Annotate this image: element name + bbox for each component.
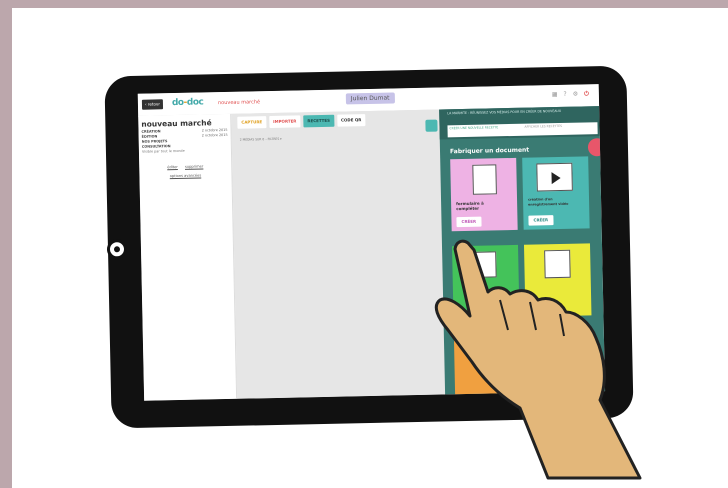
gear-icon[interactable]: ⚙ xyxy=(573,90,585,97)
recipes-header: LA MARMITE : RÉUNISSEZ VOS MÉDIAS POUR E… xyxy=(439,106,600,140)
import-button[interactable]: IMPORTER xyxy=(269,115,301,129)
header-icons: ▦?⚙⏻ xyxy=(552,90,595,99)
map-pin-icon xyxy=(544,249,571,279)
project-info-panel: nouveau marché CRÉATION 2 octobre 2015 ÉD… xyxy=(138,113,238,401)
help-icon[interactable]: ? xyxy=(563,91,572,98)
recipes-panel: LA MARMITE : RÉUNISSEZ VOS MÉDIAS POUR E… xyxy=(425,106,606,401)
media-area: CAPTURE IMPORTER RECETTES CODE QR 2 MÉDI… xyxy=(231,109,446,399)
recipe-card[interactable] xyxy=(452,244,520,319)
recipes-button[interactable]: RECETTES xyxy=(303,114,335,128)
project-actions: éditer supprimer options avancées xyxy=(139,162,231,182)
tab-show-recipes[interactable]: AFFICHER LES RECETTES xyxy=(522,122,597,136)
back-button[interactable]: ‹ retour xyxy=(141,99,164,110)
logo-part1: do xyxy=(171,97,184,109)
project-info-title: nouveau marché xyxy=(141,118,212,129)
tablet-device: ‹ retour do-doc nouveau marché Julien Du… xyxy=(104,65,634,429)
qr-code-button[interactable]: CODE QR xyxy=(336,114,366,127)
delete-link[interactable]: supprimer xyxy=(185,164,203,168)
home-button[interactable] xyxy=(106,239,128,260)
tablet-screen: ‹ retour do-doc nouveau marché Julien Du… xyxy=(137,84,606,401)
capture-button[interactable]: CAPTURE xyxy=(237,116,267,129)
recipe-card[interactable] xyxy=(523,243,592,317)
recipe-card[interactable] xyxy=(453,331,522,401)
app-logo: do-doc xyxy=(171,97,204,109)
create-form-button[interactable]: CRÉER xyxy=(456,216,482,228)
recipe-card-label: création d'un enregistrement vidéo xyxy=(528,197,569,207)
close-icon[interactable] xyxy=(587,138,606,157)
robot-icon[interactable] xyxy=(425,119,438,132)
recipe-card-label: formulaire à compléter xyxy=(456,200,484,212)
form-icon xyxy=(472,164,497,195)
edit-link[interactable]: éditer xyxy=(167,165,178,169)
recipes-tabs: CRÉER UNE NOUVELLE RECETTE AFFICHER LES … xyxy=(447,122,598,138)
document-icon xyxy=(472,251,497,278)
logo-part2: doc xyxy=(186,97,204,108)
recipe-card-video[interactable]: création d'un enregistrement vidéo CRÉER xyxy=(522,156,590,230)
grid-icon[interactable]: ▦ xyxy=(552,91,564,98)
video-icon xyxy=(536,162,573,192)
user-badge[interactable]: Julien Dumat xyxy=(345,92,395,105)
tab-create-recipe[interactable]: CRÉER UNE NOUVELLE RECETTE xyxy=(447,124,522,138)
media-filter[interactable]: 2 MÉDIAS SUR 0 – FILTRES ▾ xyxy=(240,137,282,142)
create-video-button[interactable]: CRÉER xyxy=(528,215,554,226)
advanced-options-link[interactable]: options avancées xyxy=(170,173,202,178)
media-toolbar: CAPTURE IMPORTER RECETTES CODE QR xyxy=(237,114,366,129)
project-title: nouveau marché xyxy=(217,99,261,107)
power-icon[interactable]: ⏻ xyxy=(584,90,595,97)
illustration-background: ‹ retour do-doc nouveau marché Julien Du… xyxy=(12,8,728,488)
recipe-card-form[interactable]: formulaire à compléter CRÉER xyxy=(450,157,518,232)
visibility-text: Visible par tout le monde xyxy=(141,148,185,154)
recipes-header-text: LA MARMITE : RÉUNISSEZ VOS MÉDIAS POUR E… xyxy=(447,108,562,116)
section-title: Fabriquer un document xyxy=(449,146,530,156)
